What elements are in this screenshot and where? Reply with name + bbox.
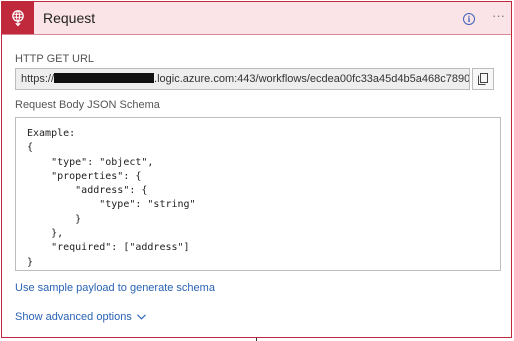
card-title: Request	[43, 10, 96, 26]
url-label: HTTP GET URL	[15, 53, 95, 65]
schema-text: Example: { "type": "object", "properties…	[27, 128, 196, 268]
more-options-icon[interactable]: ···	[492, 8, 505, 23]
redacted-block	[54, 73, 155, 83]
card-header[interactable]: Request i ···	[2, 2, 511, 35]
schema-label: Request Body JSON Schema	[15, 99, 160, 111]
request-trigger-icon	[2, 2, 34, 34]
url-field[interactable]: https:// .logic.azure.com:443/workflows/e…	[15, 68, 470, 90]
advanced-options-toggle[interactable]: Show advanced options	[15, 311, 146, 323]
schema-textarea[interactable]: Example: { "type": "object", "properties…	[15, 117, 501, 271]
copy-url-button[interactable]	[472, 68, 494, 90]
copy-icon	[478, 73, 488, 85]
info-icon[interactable]: i	[463, 13, 475, 25]
url-suffix: .logic.azure.com:443/workflows/ecdea00fc…	[154, 73, 470, 85]
url-prefix: https://	[21, 73, 55, 85]
chevron-down-icon	[136, 311, 146, 323]
advanced-options-label: Show advanced options	[15, 311, 132, 323]
sample-payload-link[interactable]: Use sample payload to generate schema	[15, 282, 215, 294]
request-trigger-card: Request i ··· HTTP GET URL https:// .logi…	[1, 1, 512, 338]
